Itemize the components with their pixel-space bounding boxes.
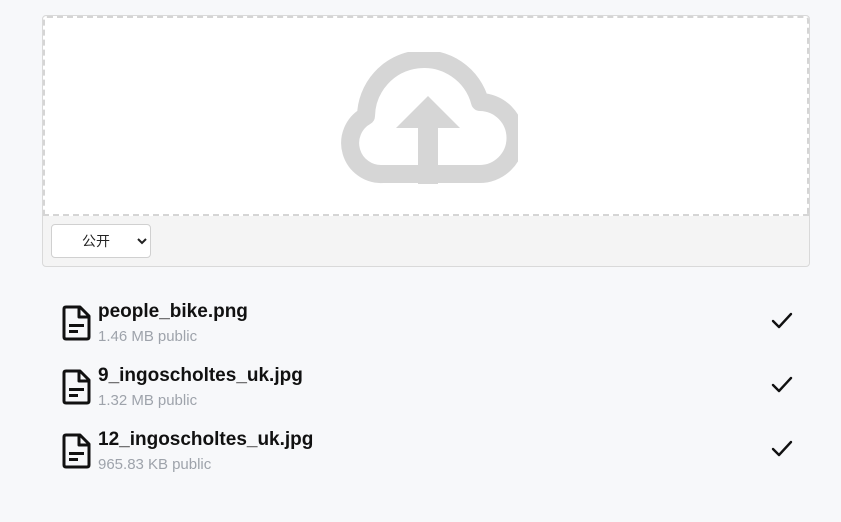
file-document-icon (62, 369, 91, 405)
file-visibility: public (157, 392, 198, 409)
file-document-icon (62, 433, 91, 469)
file-document-icon (62, 305, 91, 341)
check-icon (771, 376, 793, 393)
file-visibility: public (172, 456, 212, 473)
file-list-item: people_bike.png 1.46 MB public (62, 300, 802, 364)
cloud-upload-icon (341, 52, 518, 184)
file-size: 965.83 KB (98, 456, 169, 473)
file-list-item: 12_ingoscholtes_uk.jpg 965.83 KB public (62, 428, 802, 492)
visibility-select[interactable]: 公开 (51, 224, 151, 258)
check-icon (771, 440, 793, 457)
file-list-item: 9_ingoscholtes_uk.jpg 1.32 MB public (62, 364, 802, 428)
file-size: 1.32 MB (98, 392, 154, 409)
file-name: 12_ingoscholtes_uk.jpg (98, 429, 314, 450)
file-visibility: public (157, 328, 198, 345)
file-meta: 1.46 MB public (98, 328, 197, 345)
file-name: people_bike.png (98, 301, 248, 322)
file-meta: 965.83 KB public (98, 456, 211, 473)
file-meta: 1.32 MB public (98, 392, 197, 409)
upload-dropzone[interactable] (43, 16, 809, 216)
check-icon (771, 312, 793, 329)
file-name: 9_ingoscholtes_uk.jpg (98, 365, 303, 386)
file-size: 1.46 MB (98, 328, 154, 345)
upload-panel: 公开 (42, 15, 810, 267)
uploaded-file-list: people_bike.png 1.46 MB public 9_ingoscho… (62, 300, 802, 492)
